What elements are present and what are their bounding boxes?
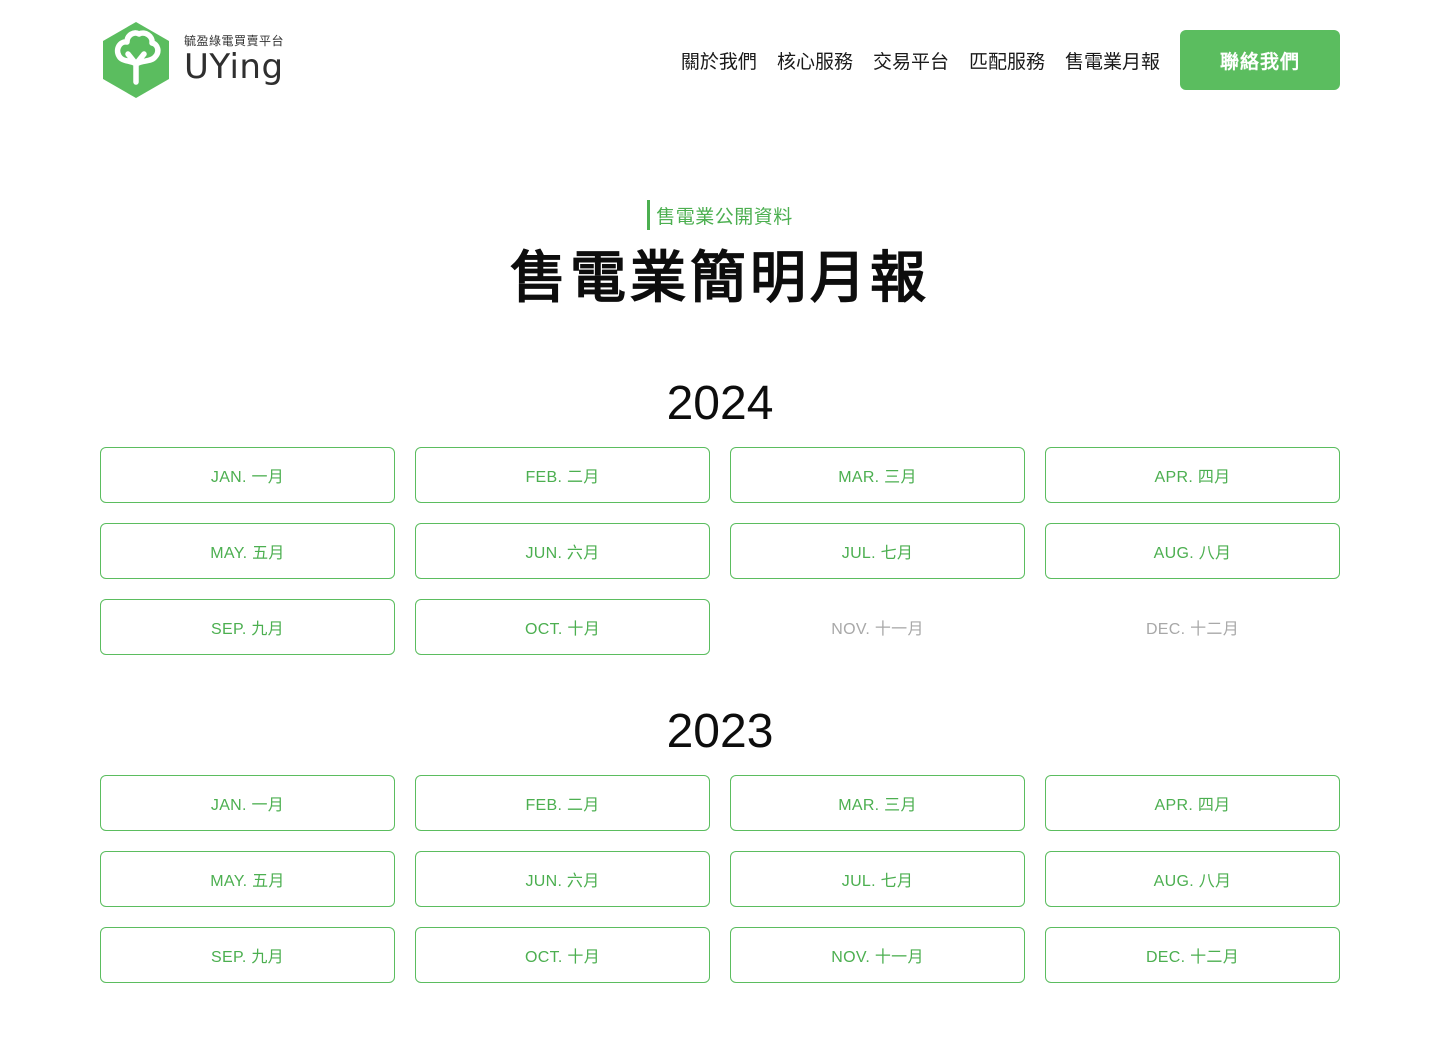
month-button-2024-may[interactable]: MAY. 五月 [100,523,395,579]
main-nav: 關於我們 核心服務 交易平台 匹配服務 售電業月報 聯絡我們 [681,30,1340,90]
month-button-2023-feb[interactable]: FEB. 二月 [415,775,710,831]
year-heading-2024: 2024 [666,377,774,430]
nav-item-about[interactable]: 關於我們 [681,47,757,74]
nav-item-trading-platform[interactable]: 交易平台 [873,47,949,74]
month-button-2023-jun[interactable]: JUN. 六月 [415,851,710,907]
month-grid-2023: JAN. 一月 FEB. 二月 MAR. 三月 APR. 四月 MAY. 五月 … [100,775,1340,983]
year-heading-2023: 2023 [666,705,774,758]
page: 毓盈綠電買賣平台 UYing 關於我們 核心服務 交易平台 匹配服務 售電業月報… [0,0,1440,1056]
page-title: 售電業簡明月報 [510,246,930,309]
month-button-2024-jan[interactable]: JAN. 一月 [100,447,395,503]
nav-item-matching-service[interactable]: 匹配服務 [969,47,1045,74]
brand-subtitle: 毓盈綠電買賣平台 [184,34,285,48]
month-button-2024-apr[interactable]: APR. 四月 [1045,447,1340,503]
section-eyebrow: 售電業公開資料 [0,200,1440,230]
month-label-2024-dec-unavailable: DEC. 十二月 [1045,599,1340,655]
month-button-2024-jun[interactable]: JUN. 六月 [415,523,710,579]
nav-item-monthly-report[interactable]: 售電業月報 [1065,47,1160,74]
month-button-2023-sep[interactable]: SEP. 九月 [100,927,395,983]
month-button-2024-sep[interactable]: SEP. 九月 [100,599,395,655]
nav-item-core-services[interactable]: 核心服務 [777,47,853,74]
month-button-2024-aug[interactable]: AUG. 八月 [1045,523,1340,579]
month-button-2023-apr[interactable]: APR. 四月 [1045,775,1340,831]
tree-hexagon-logo-icon [103,22,169,98]
month-button-2024-oct[interactable]: OCT. 十月 [415,599,710,655]
eyebrow-text: 售電業公開資料 [656,206,793,228]
month-button-2023-oct[interactable]: OCT. 十月 [415,927,710,983]
month-button-2023-jan[interactable]: JAN. 一月 [100,775,395,831]
month-label-2024-nov-unavailable: NOV. 十一月 [730,599,1025,655]
month-grid-2024: JAN. 一月 FEB. 二月 MAR. 三月 APR. 四月 MAY. 五月 … [100,447,1340,655]
brand-text: 毓盈綠電買賣平台 UYing [184,34,284,86]
contact-us-button[interactable]: 聯絡我們 [1180,30,1340,90]
month-button-2024-mar[interactable]: MAR. 三月 [730,447,1025,503]
month-button-2023-mar[interactable]: MAR. 三月 [730,775,1025,831]
month-button-2023-jul[interactable]: JUL. 七月 [730,851,1025,907]
month-button-2023-dec[interactable]: DEC. 十二月 [1045,927,1340,983]
brand-name: UYing [184,47,284,87]
brand-logo-link[interactable]: 毓盈綠電買賣平台 UYing [100,20,284,100]
month-button-2024-feb[interactable]: FEB. 二月 [415,447,710,503]
site-header: 毓盈綠電買賣平台 UYing 關於我們 核心服務 交易平台 匹配服務 售電業月報… [100,20,1340,100]
month-button-2024-jul[interactable]: JUL. 七月 [730,523,1025,579]
month-button-2023-may[interactable]: MAY. 五月 [100,851,395,907]
month-button-2023-nov[interactable]: NOV. 十一月 [730,927,1025,983]
month-button-2023-aug[interactable]: AUG. 八月 [1045,851,1340,907]
eyebrow-accent-bar [647,200,651,230]
